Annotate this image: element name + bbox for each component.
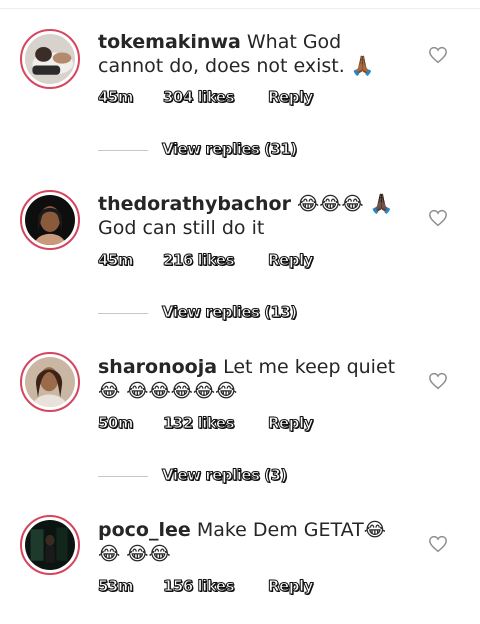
reply-button[interactable]: Reply [268, 251, 314, 270]
reply-button[interactable]: Reply [268, 577, 314, 596]
comment-time: 53m [97, 577, 134, 596]
comment-username[interactable]: poco_lee [98, 519, 191, 541]
replies-divider-line [98, 150, 148, 151]
avatar[interactable] [20, 29, 80, 89]
reply-button[interactable]: Reply [268, 88, 314, 107]
comment-username[interactable]: thedorathybachor [98, 193, 291, 215]
view-replies-label[interactable]: View replies (3) [162, 466, 288, 485]
avatar[interactable] [20, 515, 80, 575]
comment-username[interactable]: sharonooja [98, 356, 217, 378]
avatar[interactable] [20, 352, 80, 412]
avatar-image [25, 520, 75, 570]
comment-time: 45m [97, 251, 134, 270]
heart-outline-icon[interactable] [428, 372, 448, 390]
comment-time: 45m [97, 88, 134, 107]
reply-button[interactable]: Reply [268, 414, 314, 433]
heart-outline-icon[interactable] [428, 535, 448, 553]
comment-likes[interactable]: 132 likes [163, 414, 236, 433]
avatar-image [25, 357, 75, 407]
view-replies-label[interactable]: View replies (13) [162, 303, 298, 322]
comment-time: 50m [97, 414, 134, 433]
comment-likes[interactable]: 216 likes [163, 251, 236, 270]
avatar[interactable] [20, 190, 80, 250]
avatar-image [25, 34, 75, 84]
heart-outline-icon[interactable] [428, 209, 448, 227]
replies-divider-line [98, 313, 148, 314]
heart-outline-icon[interactable] [428, 46, 448, 64]
replies-divider-line [98, 476, 148, 477]
comment-likes[interactable]: 304 likes [163, 88, 236, 107]
avatar-image [25, 195, 75, 245]
view-replies-label[interactable]: View replies (31) [162, 140, 298, 159]
comment-likes[interactable]: 156 likes [163, 577, 236, 596]
top-divider [0, 8, 480, 9]
comment-username[interactable]: tokemakinwa [98, 31, 241, 53]
